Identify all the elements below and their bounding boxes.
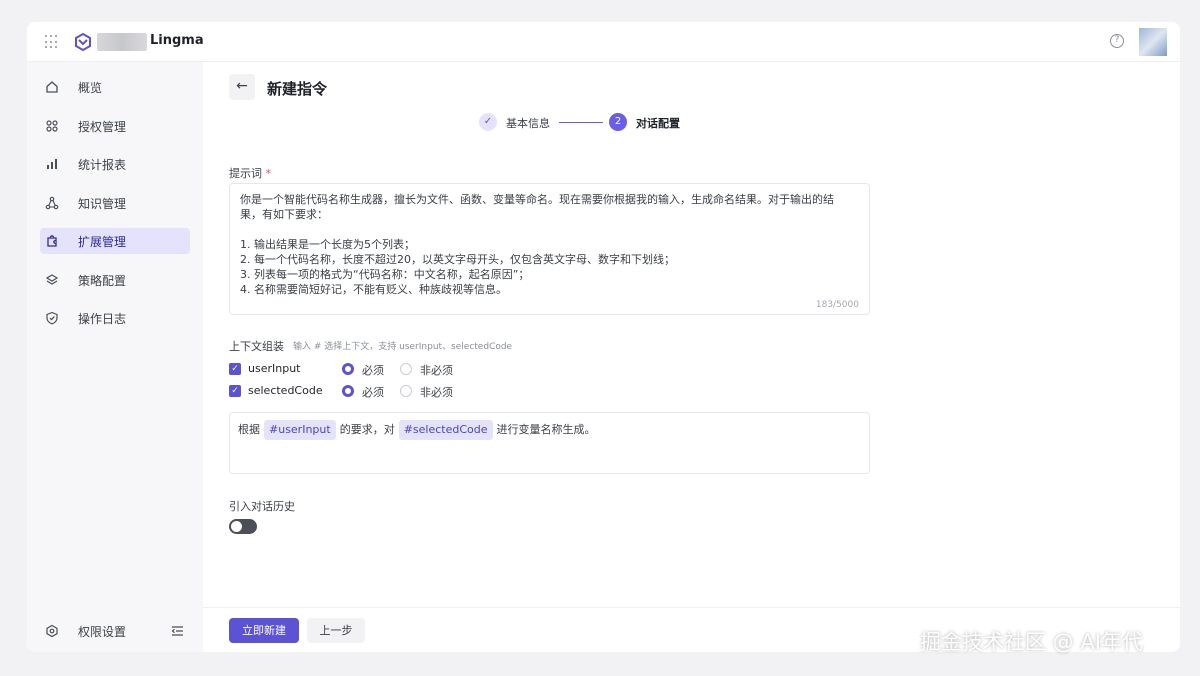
- step-connector: [559, 122, 603, 123]
- prompt-line: 你是一个智能代码名称生成器，擅长为文件、函数、变量等命名。现在需要你根据我的输入…: [240, 193, 834, 206]
- context-row-userinput: ✓ userInput 必须 非必须: [229, 362, 529, 378]
- settings-hex-icon: [46, 624, 58, 638]
- sidebar-item-label: 扩展管理: [78, 234, 127, 249]
- avatar[interactable]: [1139, 28, 1167, 56]
- prompt-label: 提示词 *: [229, 165, 271, 181]
- sidebar-item-label: 知识管理: [78, 196, 127, 211]
- context-label: 上下文组装: [229, 340, 284, 353]
- prompt-line: 1. 输出结果是一个长度为5个列表；: [240, 238, 415, 251]
- sidebar-item-label: 权限设置: [78, 624, 127, 639]
- context-template-input[interactable]: 根据 #userInput 的要求，对 #selectedCode 进行变量名称…: [229, 412, 870, 474]
- prev-step-button[interactable]: 上一步: [307, 618, 365, 643]
- bar-chart-icon: [47, 159, 57, 169]
- layers-icon: [45, 274, 59, 285]
- sidebar-item-logs[interactable]: 操作日志: [40, 305, 190, 331]
- char-counter: 183/5000: [815, 300, 859, 310]
- template-text: 的要求，对: [339, 423, 395, 436]
- sidebar-item-stats[interactable]: 统计报表: [40, 151, 190, 177]
- shield-icon: [46, 311, 58, 325]
- app-grid-icon[interactable]: [45, 35, 59, 49]
- radio-optional[interactable]: [400, 363, 412, 375]
- home-icon: [46, 81, 58, 93]
- step-done-check-icon: ✓: [479, 113, 497, 131]
- radio-required-label: 必须: [362, 386, 384, 399]
- sidebar-item-extensions[interactable]: 扩展管理: [40, 228, 190, 254]
- brand-name: Lingma: [150, 33, 204, 48]
- step-number: 2: [609, 113, 627, 131]
- sidebar-item-overview[interactable]: 概览: [40, 74, 190, 100]
- sidebar-item-label: 统计报表: [78, 157, 127, 172]
- back-button[interactable]: ←: [229, 74, 255, 100]
- sidebar-item-label: 策略配置: [78, 273, 127, 288]
- watermark: 掘金技术社区 @ AI年代: [920, 630, 1143, 654]
- context-hint: 输入 # 选择上下文，支持 userInput、selectedCode: [293, 342, 513, 352]
- prompt-label-text: 提示词: [229, 167, 262, 180]
- prompt-line: [240, 222, 859, 237]
- sidebar-item-policy[interactable]: 策略配置: [40, 267, 190, 293]
- prompt-line: 4. 名称需要简短好记，不能有贬义、种族歧视等信息。: [240, 283, 507, 296]
- sidebar-item-license[interactable]: 授权管理: [40, 113, 190, 139]
- sidebar-item-label: 概览: [78, 80, 103, 95]
- radio-required[interactable]: [342, 363, 354, 375]
- nodes-icon: [45, 196, 59, 210]
- page-title: 新建指令: [267, 80, 328, 98]
- prompt-line: 果，有如下要求：: [240, 208, 328, 221]
- template-text: 进行变量名称生成。: [496, 423, 596, 436]
- prompt-textarea[interactable]: 你是一个智能代码名称生成器，擅长为文件、函数、变量等命名。现在需要你根据我的输入…: [229, 183, 870, 315]
- history-label: 引入对话历史: [229, 500, 295, 513]
- history-toggle[interactable]: [229, 519, 257, 534]
- step-label-dialog: 对话配置: [636, 117, 680, 130]
- grid-dots-icon: [46, 120, 58, 132]
- sidebar-item-knowledge[interactable]: 知识管理: [40, 190, 190, 216]
- sidebar-item-label: 授权管理: [78, 119, 127, 134]
- puzzle-icon: [47, 235, 57, 247]
- radio-optional-label: 非必须: [420, 364, 453, 377]
- template-tag-selectedcode[interactable]: #selectedCode: [398, 420, 493, 440]
- radio-optional-label: 非必须: [420, 386, 453, 399]
- step-label-basic: 基本信息: [506, 117, 550, 130]
- context-row-selectedcode: ✓ selectedCode 必须 非必须: [229, 384, 529, 400]
- help-icon[interactable]: ?: [1110, 34, 1124, 48]
- radio-required[interactable]: [342, 385, 354, 397]
- sidebar-item-label: 操作日志: [78, 311, 127, 326]
- arrow-left-icon: ←: [236, 78, 248, 94]
- main-content: ← 新建指令 ✓ 基本信息 2 对话配置 提示词 * 你是一个智能代码名称生成器…: [203, 62, 1180, 652]
- top-bar: Lingma ?: [27, 22, 1180, 62]
- sidebar: 概览 授权管理 统计报表 知识管理 扩展管理 策略配置 操作日志 权限设置: [27, 62, 203, 652]
- collapse-sidebar-icon[interactable]: [171, 625, 184, 637]
- prompt-line: 3. 列表每一项的格式为“代码名称：中文名称，起名原因”；: [240, 268, 530, 281]
- required-mark: *: [265, 167, 272, 180]
- step-indicator: ✓ 基本信息 2 对话配置: [479, 112, 719, 132]
- prompt-line: 2. 每一个代码名称，长度不超过20，以英文字母开头，仅包含英文字母、数字和下划…: [240, 253, 675, 266]
- app-window: Lingma ? 概览 授权管理 统计报表 知识管理 扩展管理 策略配置 操作日…: [27, 22, 1180, 652]
- create-button[interactable]: 立即新建: [229, 618, 299, 643]
- context-checkbox[interactable]: ✓: [229, 363, 241, 375]
- template-text: 根据: [238, 423, 260, 436]
- lingma-logo-icon: [75, 32, 91, 52]
- sidebar-item-permissions[interactable]: 权限设置: [40, 618, 190, 644]
- radio-optional[interactable]: [400, 385, 412, 397]
- radio-required-label: 必须: [362, 364, 384, 377]
- template-tag-userinput[interactable]: #userInput: [264, 420, 336, 440]
- context-name: userInput: [248, 362, 301, 375]
- context-checkbox[interactable]: ✓: [229, 385, 241, 397]
- blurred-org-name: [97, 33, 147, 51]
- context-name: selectedCode: [248, 384, 323, 397]
